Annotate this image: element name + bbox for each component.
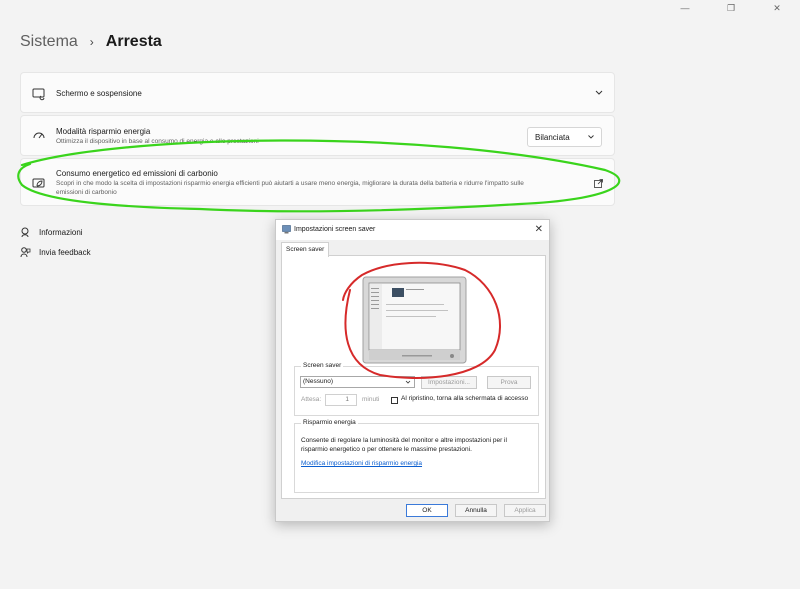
power-mode-icon (33, 132, 45, 139)
screen-saver-group: Screen saver (Nessuno) Impostazioni... P… (294, 362, 539, 416)
ok-button[interactable]: OK (406, 504, 448, 517)
consumo-subtitle: Scopri in che modo la scelta di impostaz… (56, 179, 596, 197)
screen-saver-value: (Nessuno) (303, 378, 333, 385)
preview-button[interactable]: Prova (487, 376, 531, 389)
wait-minutes-spinner[interactable]: 1 (325, 394, 357, 406)
dialog-close-icon[interactable]: ✕ (535, 224, 543, 235)
minutes-label: minuti (362, 396, 380, 403)
minimize-button[interactable]: — (662, 0, 708, 16)
dialog-titlebar: Impostazioni screen saver ✕ (276, 220, 549, 240)
settings-card-modalita: Modalità risparmio energia Ottimizza il … (20, 115, 615, 156)
screen-saver-dialog: Impostazioni screen saver ✕ Screen saver (275, 219, 550, 522)
close-button[interactable]: ✕ (754, 0, 800, 16)
power-mode-value: Bilanciata (535, 132, 570, 142)
screen-saver-tab-panel: Screen saver (Nessuno) Impostazioni... P… (281, 255, 546, 499)
minimize-icon: — (680, 3, 690, 13)
consumo-title: Consumo energetico ed emissioni di carbo… (56, 169, 218, 178)
settings-card-consumo[interactable]: Consumo energetico ed emissioni di carbo… (20, 158, 615, 206)
power-settings-link[interactable]: Modifica impostazioni di risparmio energ… (301, 460, 422, 467)
screen-saver-select[interactable]: (Nessuno) (300, 376, 415, 388)
monitor-sleep-icon (32, 88, 45, 101)
apply-button[interactable]: Applica (504, 504, 546, 517)
consumo-subtitle-line2: emissioni di carbonio (56, 189, 117, 196)
breadcrumb-separator: › (89, 35, 94, 49)
wait-value: 1 (345, 396, 349, 403)
dialog-title: Impostazioni screen saver (294, 226, 376, 233)
modalita-subtitle: Ottimizza il dispositivo in base al cons… (56, 138, 259, 145)
close-icon: ✕ (773, 2, 781, 13)
screen-saver-group-label: Screen saver (301, 362, 344, 369)
resume-checkbox[interactable] (391, 397, 398, 404)
power-mode-dropdown[interactable]: Bilanciata (527, 127, 602, 147)
screen-saver-app-icon (282, 225, 291, 234)
chevron-down-icon (405, 380, 411, 384)
info-link-label: Informazioni (39, 228, 83, 237)
wait-label: Attesa: (301, 396, 322, 403)
window-controls: — ❐ ✕ (662, 0, 800, 16)
cancel-button[interactable]: Annulla (455, 504, 497, 517)
modalita-title: Modalità risparmio energia (56, 127, 151, 136)
power-saving-group: Risparmio energia Consente di regolare l… (294, 419, 539, 493)
leaf-power-icon (32, 178, 45, 188)
consumo-subtitle-line1: Scopri in che modo la scelta di impostaz… (56, 180, 524, 187)
feedback-icon (20, 247, 31, 258)
power-group-label: Risparmio energia (301, 419, 358, 426)
screen-saver-settings-button[interactable]: Impostazioni... (421, 376, 477, 389)
settings-card-schermo[interactable]: Schermo e sospensione (20, 72, 615, 113)
power-description: Consente di regolare la luminosità del m… (301, 437, 507, 453)
chevron-down-icon[interactable] (594, 88, 604, 98)
feedback-link[interactable]: Invia feedback (20, 247, 91, 258)
feedback-link-label: Invia feedback (39, 248, 91, 257)
breadcrumb-parent[interactable]: Sistema (20, 33, 78, 51)
chevron-down-icon (588, 135, 594, 139)
breadcrumb: Sistema › Arresta (20, 33, 162, 51)
monitor-preview (362, 276, 467, 364)
schermo-title: Schermo e sospensione (56, 89, 142, 98)
restore-icon: ❐ (726, 2, 736, 13)
page-title: Arresta (105, 33, 162, 50)
resume-checkbox-label: Al ripristino, torna alla schermata di a… (401, 395, 529, 402)
tab-screen-saver[interactable]: Screen saver (281, 242, 330, 257)
maximize-button[interactable]: ❐ (708, 0, 754, 16)
external-link-icon (594, 179, 603, 188)
info-person-icon (21, 227, 29, 238)
info-link[interactable]: Informazioni (20, 227, 83, 238)
